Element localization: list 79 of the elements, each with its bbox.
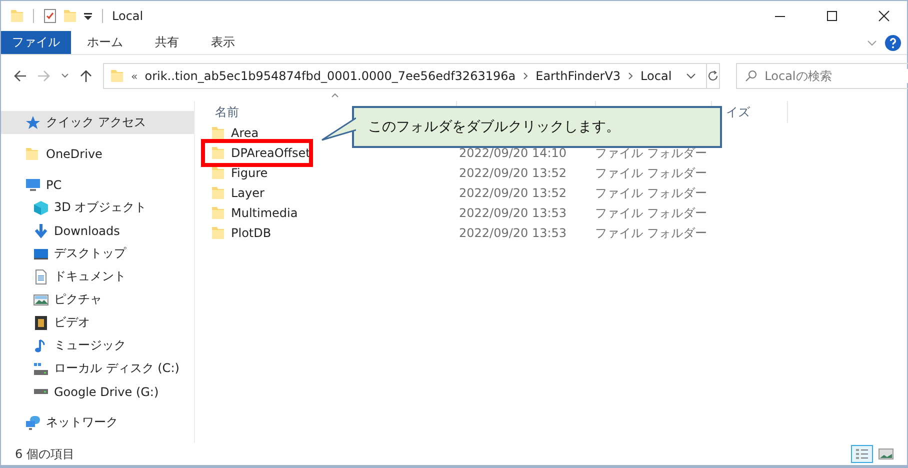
close-icon [878,10,890,22]
file-item[interactable]: Area [211,123,259,143]
chevron-right-icon[interactable] [522,72,529,80]
folder-icon [110,68,124,84]
computer-icon [25,176,41,192]
maximize-icon [826,10,838,22]
folder-icon [211,165,225,181]
folder-icon [211,205,225,221]
sidebar-item[interactable]: ビデオ [1,311,194,334]
sidebar-item[interactable]: 3D オブジェクト [1,196,194,219]
up-icon[interactable] [79,69,93,83]
star-icon [25,114,41,130]
address-bar[interactable]: « orik..tion_ab5ec1b954874fbd_0001.0000_7ee56edf3263196a EarthFinderV3 Local [103,63,707,89]
file-item[interactable]: Layer [211,183,264,203]
breadcrumb-segment[interactable]: orik..tion_ab5ec1b954874fbd_0001.0000_7ee56edf3263196a [144,69,516,83]
sidebar-item[interactable]: デスクトップ [1,242,194,265]
sidebar-item[interactable]: Downloads [1,219,194,242]
checklist-icon[interactable] [43,8,57,24]
item-count: 6 個の項目 [15,446,74,462]
refresh-icon [706,70,719,82]
down-arrow-icon [33,222,49,238]
sort-caret-icon [331,93,339,98]
sidebar-item[interactable]: ドキュメント [1,265,194,288]
file-item[interactable]: Figure [211,163,268,183]
cube-icon [33,200,49,216]
folder-icon [211,225,225,241]
window-title: Local [112,9,144,23]
file-item[interactable]: Multimedia [211,203,298,223]
sidebar-item[interactable]: ピクチャ [1,288,194,311]
sidebar-item[interactable]: クイック アクセス [1,111,194,134]
date-cell-text: 2022/09/20 13:53 [459,206,568,220]
refresh-button[interactable] [706,63,720,89]
chevron-icon[interactable] [867,38,877,46]
thumbnail-view-icon [878,448,894,460]
type-cell: ファイル フォルダー [595,184,707,202]
dropdown-icon[interactable] [686,72,696,80]
search-icon [744,70,757,82]
film-icon [33,314,49,330]
column-header[interactable]: 名前 [215,104,239,120]
sidebar-item[interactable]: ミュージック [1,334,194,357]
document-icon [33,268,49,284]
folder-icon [211,145,225,161]
column-header[interactable]: イズ [726,104,750,120]
chevron-right-icon[interactable] [628,72,634,80]
type-cell: ファイル フォルダー [595,224,707,242]
network-icon [25,414,41,430]
date-cell-text: 2022/09/20 13:52 [459,166,568,180]
file-item[interactable]: PlotDB [211,223,272,243]
breadcrumb-segment[interactable]: Local [640,69,672,83]
date-cell-text: 2022/09/20 13:53 [459,226,568,240]
disk-drive-icon [33,360,49,376]
type-cell: ファイル フォルダー [595,204,707,222]
sidebar-item[interactable]: OneDrive [1,142,194,165]
sidebar-item[interactable]: Google Drive (G:) [1,380,194,403]
drive-icon [33,388,49,395]
ribbon-tab[interactable]: 共有 [139,31,195,54]
chevron-icon[interactable] [61,73,69,79]
overflow-chevron[interactable]: « [131,70,138,82]
sidebar-item[interactable]: ネットワーク [1,411,194,434]
search-field[interactable]: Localの検索 [736,63,908,89]
list-view-icon [855,448,869,460]
ribbon-tab[interactable]: ファイル [1,31,71,54]
sidebar-item[interactable]: ローカル ディスク (C:) [1,357,194,380]
folder-icon [25,146,41,162]
breadcrumb-segment[interactable]: EarthFinderV3 [536,69,621,83]
ribbon-tab[interactable]: 表示 [195,31,251,54]
file-item[interactable]: DPAreaOffset [211,143,310,163]
folder-icon [211,185,225,201]
date-cell-text: 2022/09/20 13:52 [459,186,568,200]
help-icon[interactable] [885,34,901,50]
type-cell: ファイル フォルダー [595,164,707,182]
details-view-button[interactable] [851,445,873,463]
ribbon-tab[interactable]: ホーム [71,31,139,54]
sidebar-item[interactable]: PC [1,173,194,196]
picture-icon [33,292,49,308]
folder-icon [211,125,225,141]
date-cell-text: 2022/09/20 14:10 [459,146,568,160]
back-icon[interactable] [13,69,27,83]
callout-tail [320,116,356,142]
